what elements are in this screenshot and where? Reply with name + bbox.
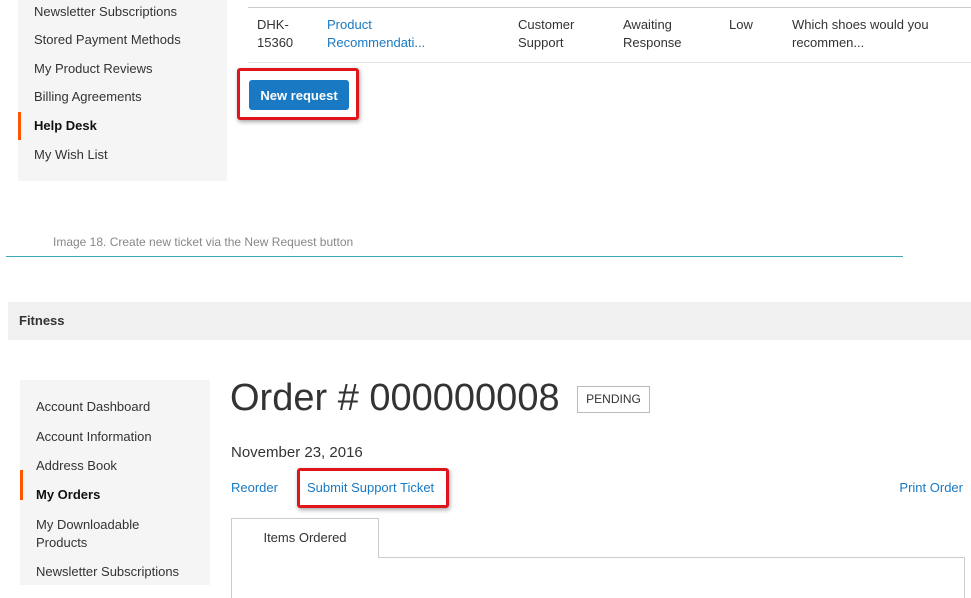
ticket-subject-line1[interactable]: Product xyxy=(327,17,372,32)
reorder-link[interactable]: Reorder xyxy=(231,480,278,495)
ticket-status-line2: Response xyxy=(623,35,682,50)
status-badge: PENDING xyxy=(577,386,650,413)
sidebar-item-help-desk[interactable]: Help Desk xyxy=(34,117,97,135)
order-date: November 23, 2016 xyxy=(231,444,363,461)
ticket-status: Awaiting Response xyxy=(623,16,682,52)
ticket-id-line2: 15360 xyxy=(257,35,294,50)
new-request-button[interactable]: New request xyxy=(249,80,349,110)
table-row[interactable]: DHK- 15360 Product Recommendati... Custome… xyxy=(248,8,971,63)
ticket-status-line1: Awaiting xyxy=(623,17,672,32)
sidebar-item-product-reviews[interactable]: My Product Reviews xyxy=(34,60,152,78)
ticket-id: DHK- 15360 xyxy=(257,16,293,52)
sidebar-item-billing-agreements[interactable]: Billing Agreements xyxy=(34,88,142,106)
ticket-department-line2: Support xyxy=(518,35,564,50)
ticket-subject-link[interactable]: Product Recommendati... xyxy=(327,16,425,52)
print-order-link[interactable]: Print Order xyxy=(899,480,963,495)
ticket-id-line1: DHK- xyxy=(257,17,289,32)
ticket-message-line1: Which shoes would you xyxy=(792,17,929,32)
ticket-message-line2: recommen... xyxy=(792,35,865,50)
store-title: Fitness xyxy=(19,313,65,328)
ticket-department-line1: Customer xyxy=(518,17,575,32)
sidebar-item-my-orders[interactable]: My Orders xyxy=(36,486,100,504)
store-header-bar: Fitness xyxy=(8,302,971,340)
sidebar-item-downloadable-products[interactable]: My Downloadable Products xyxy=(36,516,139,552)
active-marker xyxy=(18,112,21,140)
account-sidebar-top: Newsletter Subscriptions Stored Payment … xyxy=(18,0,227,181)
active-marker xyxy=(20,470,23,500)
ticket-priority: Low xyxy=(729,17,753,32)
submit-support-ticket-link[interactable]: Submit Support Ticket xyxy=(307,480,434,495)
ticket-message: Which shoes would you recommen... xyxy=(792,16,929,52)
sidebar-item-stored-payment[interactable]: Stored Payment Methods xyxy=(34,31,181,49)
page-title: Order # 000000008 xyxy=(230,377,560,419)
downloadable-line1[interactable]: My Downloadable xyxy=(36,517,139,532)
sidebar-item-wish-list[interactable]: My Wish List xyxy=(34,146,108,164)
sidebar-item-account-information[interactable]: Account Information xyxy=(36,428,152,446)
caption-rule xyxy=(6,256,903,257)
tab-items-ordered[interactable]: Items Ordered xyxy=(231,518,379,558)
downloadable-line2[interactable]: Products xyxy=(36,535,87,550)
ticket-subject-line2[interactable]: Recommendati... xyxy=(327,35,425,50)
sidebar-item-newsletter[interactable]: Newsletter Subscriptions xyxy=(36,563,179,581)
tab-content-panel xyxy=(231,557,965,598)
ticket-department: Customer Support xyxy=(518,16,574,52)
sidebar-item-account-dashboard[interactable]: Account Dashboard xyxy=(36,398,150,416)
sidebar-item-newsletter[interactable]: Newsletter Subscriptions xyxy=(34,3,177,21)
account-sidebar-bottom: Account Dashboard Account Information Ad… xyxy=(20,380,210,585)
figure-caption: Image 18. Create new ticket via the New … xyxy=(53,235,354,249)
sidebar-item-address-book[interactable]: Address Book xyxy=(36,457,117,475)
